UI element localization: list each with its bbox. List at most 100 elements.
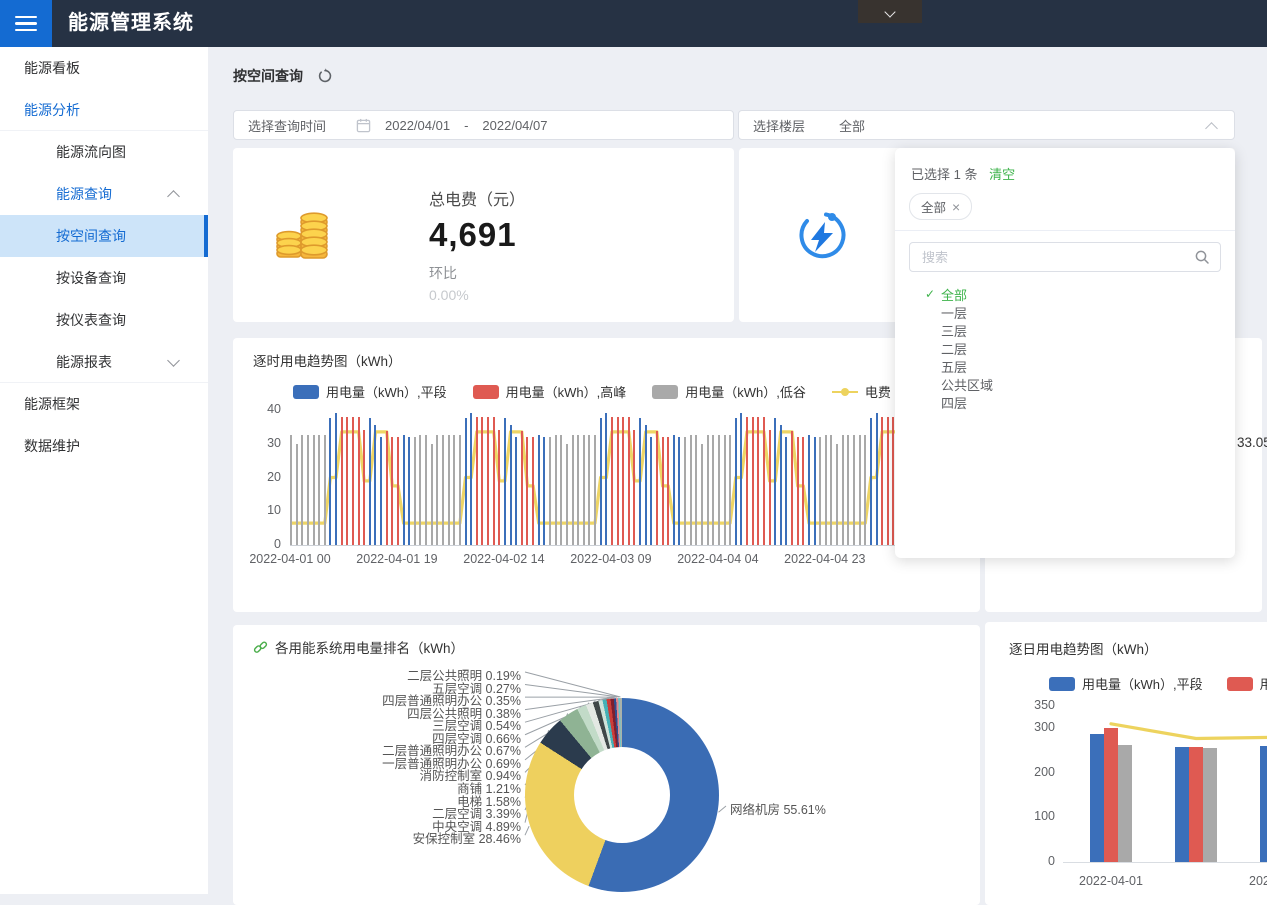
hourly-bar <box>521 431 523 545</box>
sidebar-item-按空间查询[interactable]: 按空间查询 <box>0 215 208 257</box>
sidebar-item-能源查询[interactable]: 能源查询 <box>0 173 208 215</box>
hourly-bar <box>667 437 669 545</box>
hourly-bar <box>774 418 776 545</box>
floor-select-value: 全部 <box>839 116 865 135</box>
hourly-bar <box>555 435 557 545</box>
hourly-bar <box>780 425 782 545</box>
date-start[interactable]: 2022/04/01 <box>385 118 450 133</box>
hourly-bar <box>639 418 641 545</box>
hourly-bar <box>324 435 326 545</box>
legend-item[interactable]: 用电量（kWh）,平段 <box>293 382 447 401</box>
refresh-icon[interactable] <box>317 68 333 84</box>
hourly-bar <box>510 425 512 545</box>
hourly-bar <box>673 435 675 545</box>
floor-option-五层[interactable]: 五层 <box>925 357 1235 375</box>
hourly-bar <box>577 435 579 545</box>
selected-tag: 全部 × <box>909 193 972 220</box>
hourly-bar <box>470 413 472 545</box>
sidebar-item-数据维护[interactable]: 数据维护 <box>0 425 208 467</box>
check-icon: ✓ <box>925 287 941 301</box>
hourly-bar <box>876 413 878 545</box>
chevron-down-icon <box>884 6 895 17</box>
floor-option-四层[interactable]: 四层 <box>925 393 1235 411</box>
hourly-bar <box>830 435 832 545</box>
floor-select-label: 选择楼层 <box>753 116 839 135</box>
sidebar-item-能源框架[interactable]: 能源框架 <box>0 383 208 425</box>
sidebar-item-label: 能源框架 <box>24 394 80 414</box>
hourly-bar <box>791 431 793 545</box>
floor-option-label: 五层 <box>941 357 967 376</box>
hourly-bar <box>403 435 405 545</box>
hourly-bar <box>819 437 821 545</box>
daily-xtick: 2022-04-03 <box>1231 874 1267 888</box>
date-range-picker[interactable]: 选择查询时间 2022/04/01 - 2022/04/07 <box>233 110 734 140</box>
floor-option-label: 二层 <box>941 339 967 358</box>
pie-chart: 二层公共照明 0.19%五层空调 0.27%四层普通照明办公 0.35%四层公共… <box>233 625 980 905</box>
app-title: 能源管理系统 <box>68 0 194 46</box>
floor-option-label: 全部 <box>941 285 967 304</box>
legend-item[interactable]: 用电量（kWh）,低谷 <box>652 382 806 401</box>
hourly-bar <box>718 435 720 545</box>
hourly-bar <box>397 437 399 545</box>
hourly-bar <box>560 435 562 545</box>
hourly-bar <box>678 437 680 545</box>
hourly-xtick: 2022-04-04 23 <box>775 552 875 566</box>
sidebar-item-能源看板[interactable]: 能源看板 <box>0 47 208 89</box>
hourly-bar <box>847 435 849 545</box>
sidebar-item-按仪表查询[interactable]: 按仪表查询 <box>0 299 208 341</box>
clear-selection-link[interactable]: 清空 <box>989 167 1015 182</box>
hourly-bar <box>594 435 596 545</box>
floor-option-label: 三层 <box>941 321 967 340</box>
hourly-bar <box>611 417 613 545</box>
hourly-bar <box>622 417 624 545</box>
floor-option-一层[interactable]: 一层 <box>925 303 1235 321</box>
system-ranking-card: 各用能系统用电量排名（kWh） 二层公共照明 0.19%五层空调 0.27%四层… <box>233 625 980 905</box>
floor-select[interactable]: 选择楼层 全部 <box>738 110 1235 140</box>
hourly-bar <box>313 435 315 545</box>
sidebar-item-按设备查询[interactable]: 按设备查询 <box>0 257 208 299</box>
tag-close-icon[interactable]: × <box>952 199 960 215</box>
pie-label-largest: 网络机房 55.61% <box>730 799 826 818</box>
search-icon <box>1194 249 1210 265</box>
date-end[interactable]: 2022/04/07 <box>482 118 547 133</box>
floor-option-全部[interactable]: ✓全部 <box>925 285 1235 303</box>
hourly-bar <box>301 435 303 545</box>
hourly-bar <box>729 435 731 545</box>
legend-swatch <box>293 385 319 399</box>
chevron-up-icon <box>167 190 180 203</box>
sidebar-item-能源报表[interactable]: 能源报表 <box>0 341 208 383</box>
selected-count: 已选择 1 条 <box>911 167 977 182</box>
hourly-bar <box>707 435 709 545</box>
lightning-icon <box>795 208 849 267</box>
hourly-bar <box>504 418 506 545</box>
hourly-bar <box>763 417 765 545</box>
hourly-bar <box>538 435 540 545</box>
sidebar-item-label: 能源报表 <box>56 352 112 372</box>
hourly-xtick: 2022-04-03 09 <box>561 552 661 566</box>
hourly-bar <box>757 417 759 545</box>
hourly-bar <box>656 431 658 545</box>
legend-item[interactable]: 用电量（kWh）,高峰 <box>473 382 627 401</box>
hourly-bar <box>695 435 697 545</box>
menu-toggle-button[interactable] <box>0 0 52 47</box>
hourly-bar <box>566 444 568 545</box>
total-cost-value: 4,691 <box>429 216 525 254</box>
hourly-bar <box>684 437 686 545</box>
floor-option-公共区域[interactable]: 公共区域 <box>925 375 1235 393</box>
hourly-bar <box>363 430 365 545</box>
hourly-bar <box>481 417 483 545</box>
chevron-up-icon <box>1205 122 1218 135</box>
hourly-bar <box>307 435 309 545</box>
top-dropdown-button[interactable] <box>858 0 922 23</box>
hourly-bar <box>600 418 602 545</box>
sidebar-item-能源分析[interactable]: 能源分析 <box>0 89 208 131</box>
hourly-bar <box>572 435 574 545</box>
hourly-xtick: 2022-04-02 14 <box>454 552 554 566</box>
hourly-bar <box>380 437 382 545</box>
floor-option-二层[interactable]: 二层 <box>925 339 1235 357</box>
search-input[interactable] <box>920 249 1194 266</box>
hourly-bar <box>746 417 748 545</box>
sidebar-item-能源流向图[interactable]: 能源流向图 <box>0 131 208 173</box>
hourly-bar <box>549 437 551 545</box>
floor-option-三层[interactable]: 三层 <box>925 321 1235 339</box>
